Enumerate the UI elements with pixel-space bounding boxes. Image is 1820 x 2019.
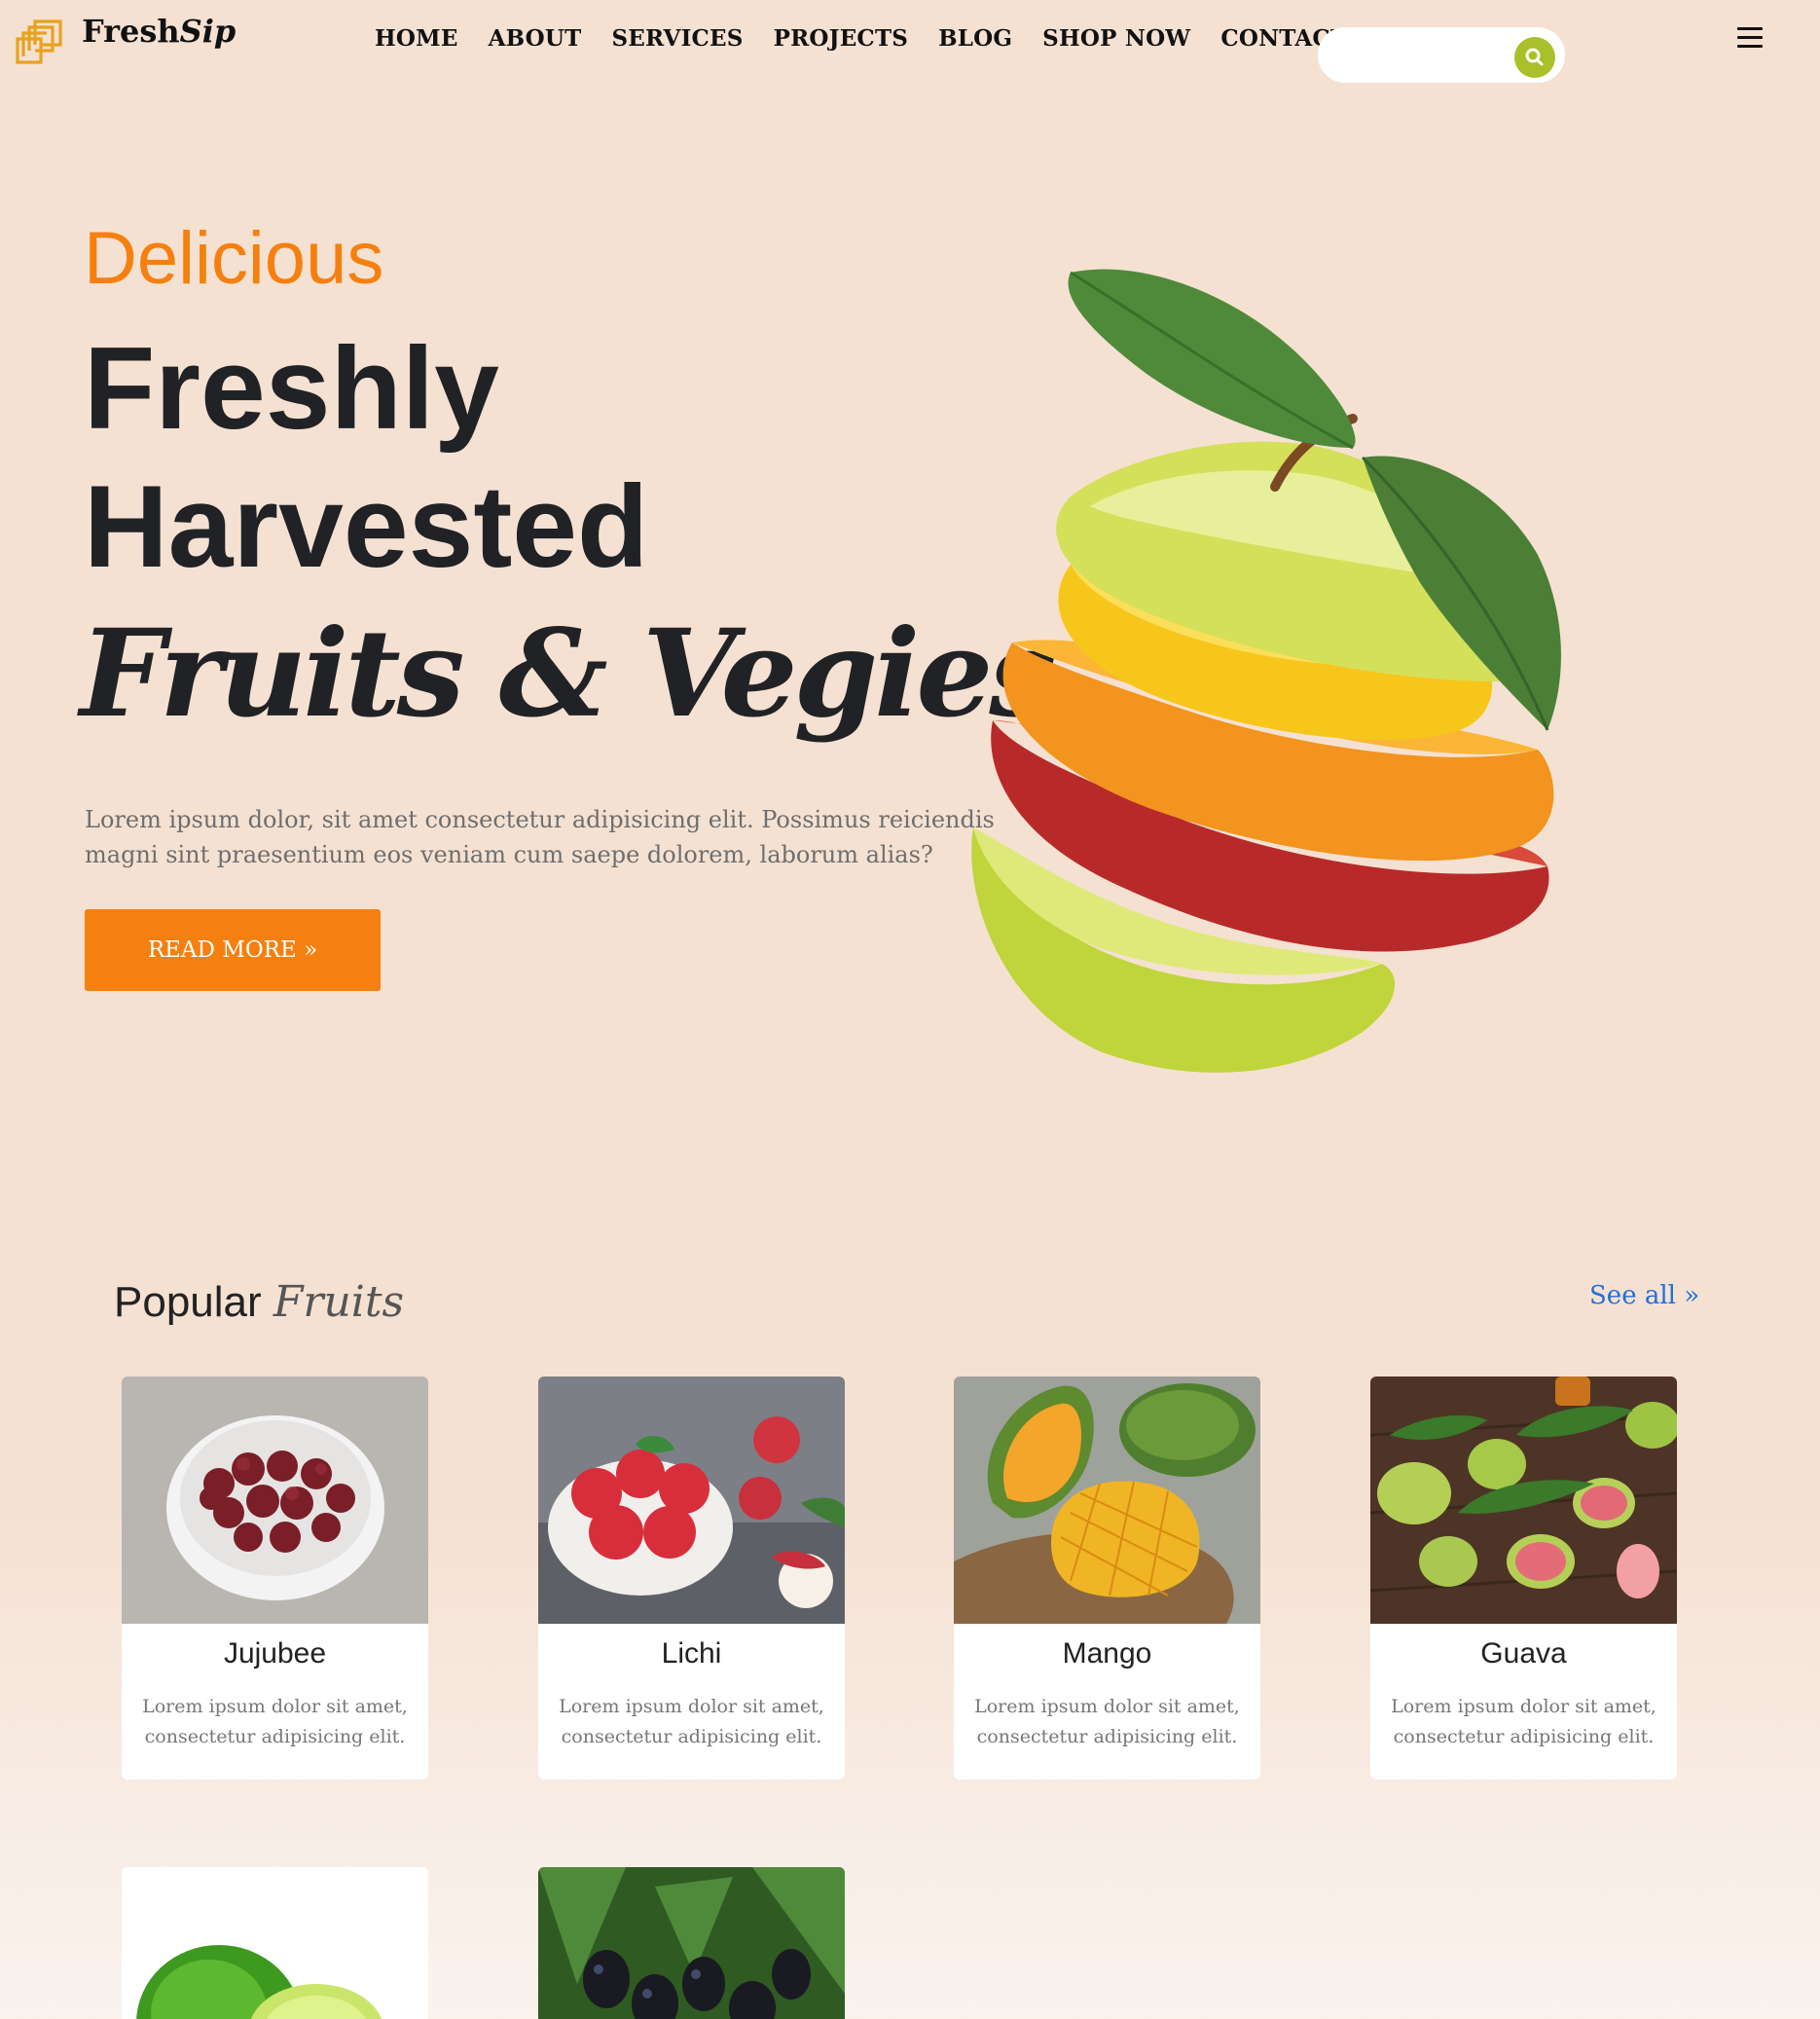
nav-item-home[interactable]: HOME xyxy=(375,25,458,52)
card-name: Lichi xyxy=(661,1637,722,1670)
lime-image xyxy=(122,1867,428,2019)
hero-title-line1: Freshly xyxy=(84,323,499,454)
lichi-image xyxy=(538,1377,845,1624)
site-header: FreshSip HOME ABOUT SERVICES PROJECTS BL… xyxy=(0,0,1820,107)
popular-title-b: Fruits xyxy=(273,1277,405,1327)
card-description: Lorem ipsum dolor sit amet, consectetur … xyxy=(559,1696,824,1747)
nav-item-about[interactable]: ABOUT xyxy=(489,25,582,52)
mango-image xyxy=(954,1377,1260,1624)
card-description: Lorem ipsum dolor sit amet, consectetur … xyxy=(974,1696,1240,1747)
search-button[interactable] xyxy=(1514,37,1555,78)
menu-icon[interactable] xyxy=(1737,27,1763,49)
brand-name: FreshSip xyxy=(82,13,236,50)
hero-title-line2: Harvested xyxy=(84,461,649,592)
nav-item-blog[interactable]: BLOG xyxy=(938,25,1012,52)
guava-image xyxy=(1370,1377,1677,1624)
popular-title-a: Popular xyxy=(114,1278,262,1326)
nav-item-projects[interactable]: PROJECTS xyxy=(774,25,909,52)
nav-item-services[interactable]: SERVICES xyxy=(611,25,743,52)
brand-name-a: Fresh xyxy=(82,13,180,50)
popular-section-title: Popular Fruits xyxy=(114,1277,404,1327)
product-card-lichi[interactable]: Lichi Lorem ipsum dolor sit amet, consec… xyxy=(538,1377,845,1780)
hero-title-line3: Fruits & Vegies xyxy=(80,604,1057,745)
product-card-jujubee[interactable]: Jujubee Lorem ipsum dolor sit amet, cons… xyxy=(122,1377,428,1780)
card-name: Guava xyxy=(1480,1637,1567,1670)
search-icon xyxy=(1525,48,1544,66)
read-more-button[interactable]: READ MORE » xyxy=(85,909,381,991)
product-card-lime[interactable] xyxy=(122,1867,428,2019)
product-card-jamun[interactable] xyxy=(538,1867,845,2019)
card-name: Jujubee xyxy=(223,1637,327,1670)
logo-icon xyxy=(16,19,62,64)
product-card-mango[interactable]: Mango Lorem ipsum dolor sit amet, consec… xyxy=(954,1377,1260,1780)
product-card-guava[interactable]: Guava Lorem ipsum dolor sit amet, consec… xyxy=(1370,1377,1677,1780)
see-all-link[interactable]: See all » xyxy=(1589,1281,1699,1310)
hero-fruit-stack-image xyxy=(971,269,1561,1073)
nav-item-shop-now[interactable]: SHOP NOW xyxy=(1042,25,1190,52)
hero-description: Lorem ipsum dolor, sit amet consectetur … xyxy=(85,806,995,868)
search-box xyxy=(1318,27,1565,83)
brand-logo[interactable]: FreshSip xyxy=(14,13,236,66)
card-name: Mango xyxy=(1062,1637,1152,1670)
main-nav: HOME ABOUT SERVICES PROJECTS BLOG SHOP N… xyxy=(375,25,1394,52)
card-description: Lorem ipsum dolor sit amet, consectetur … xyxy=(142,1696,408,1747)
search-input[interactable] xyxy=(1335,37,1505,74)
hero-eyebrow: Delicious xyxy=(84,217,384,300)
brand-name-b: Sip xyxy=(179,13,237,50)
card-description: Lorem ipsum dolor sit amet, consectetur … xyxy=(1391,1696,1656,1747)
jamun-image xyxy=(538,1867,845,2019)
jujubee-image xyxy=(122,1377,428,1624)
